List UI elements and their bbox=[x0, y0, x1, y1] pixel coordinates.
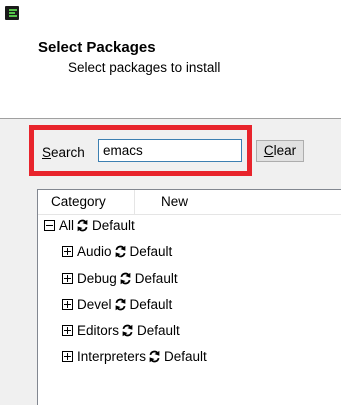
setup-window: Select Packages Select packages to insta… bbox=[0, 0, 341, 405]
status-label[interactable]: Default bbox=[137, 323, 180, 338]
collapse-icon[interactable] bbox=[44, 220, 55, 231]
tree-row-debug[interactable]: Debug Default bbox=[62, 269, 178, 289]
category-label: Editors bbox=[77, 323, 120, 338]
expand-icon[interactable] bbox=[62, 246, 73, 257]
category-label: Devel bbox=[77, 297, 112, 312]
status-label[interactable]: Default bbox=[164, 349, 207, 364]
category-label: Audio bbox=[77, 244, 112, 259]
category-label: Interpreters bbox=[77, 349, 147, 364]
page-title: Select Packages bbox=[38, 39, 156, 56]
expand-icon[interactable] bbox=[62, 351, 73, 362]
page-subtitle: Select packages to install bbox=[68, 60, 221, 75]
cycle-arrows-icon[interactable] bbox=[114, 244, 127, 258]
title-bar bbox=[0, 0, 341, 26]
tree-row-audio[interactable]: Audio Default bbox=[62, 242, 172, 262]
app-icon bbox=[5, 6, 19, 20]
status-label[interactable]: Default bbox=[92, 218, 135, 233]
tree-row-devel[interactable]: Devel Default bbox=[62, 295, 172, 315]
cycle-arrows-icon[interactable] bbox=[148, 349, 161, 363]
category-label: Debug bbox=[77, 271, 117, 286]
package-list[interactable]: Category New All Default Audio Default Deb… bbox=[37, 189, 341, 405]
expand-icon[interactable] bbox=[62, 325, 73, 336]
clear-button[interactable]: Clear bbox=[256, 140, 304, 162]
status-label[interactable]: Default bbox=[130, 244, 173, 259]
cycle-arrows-icon[interactable] bbox=[121, 323, 134, 337]
tree-row-editors[interactable]: Editors Default bbox=[62, 321, 180, 341]
column-divider[interactable] bbox=[134, 190, 135, 214]
search-label: Search bbox=[42, 145, 85, 160]
tree-row-interpreters[interactable]: Interpreters Default bbox=[62, 347, 207, 367]
cycle-arrows-icon[interactable] bbox=[76, 218, 89, 232]
cycle-arrows-icon[interactable] bbox=[119, 271, 132, 285]
cycle-arrows-icon[interactable] bbox=[114, 297, 127, 311]
list-header: Category New bbox=[38, 190, 341, 215]
search-input[interactable] bbox=[98, 139, 242, 162]
status-label[interactable]: Default bbox=[135, 271, 178, 286]
expand-icon[interactable] bbox=[62, 273, 73, 284]
status-label[interactable]: Default bbox=[130, 297, 173, 312]
expand-icon[interactable] bbox=[62, 299, 73, 310]
column-header-new[interactable]: New bbox=[161, 194, 188, 210]
column-header-category[interactable]: Category bbox=[51, 194, 106, 210]
category-label: All bbox=[59, 218, 75, 233]
tree-row-all[interactable]: All Default bbox=[44, 216, 135, 236]
